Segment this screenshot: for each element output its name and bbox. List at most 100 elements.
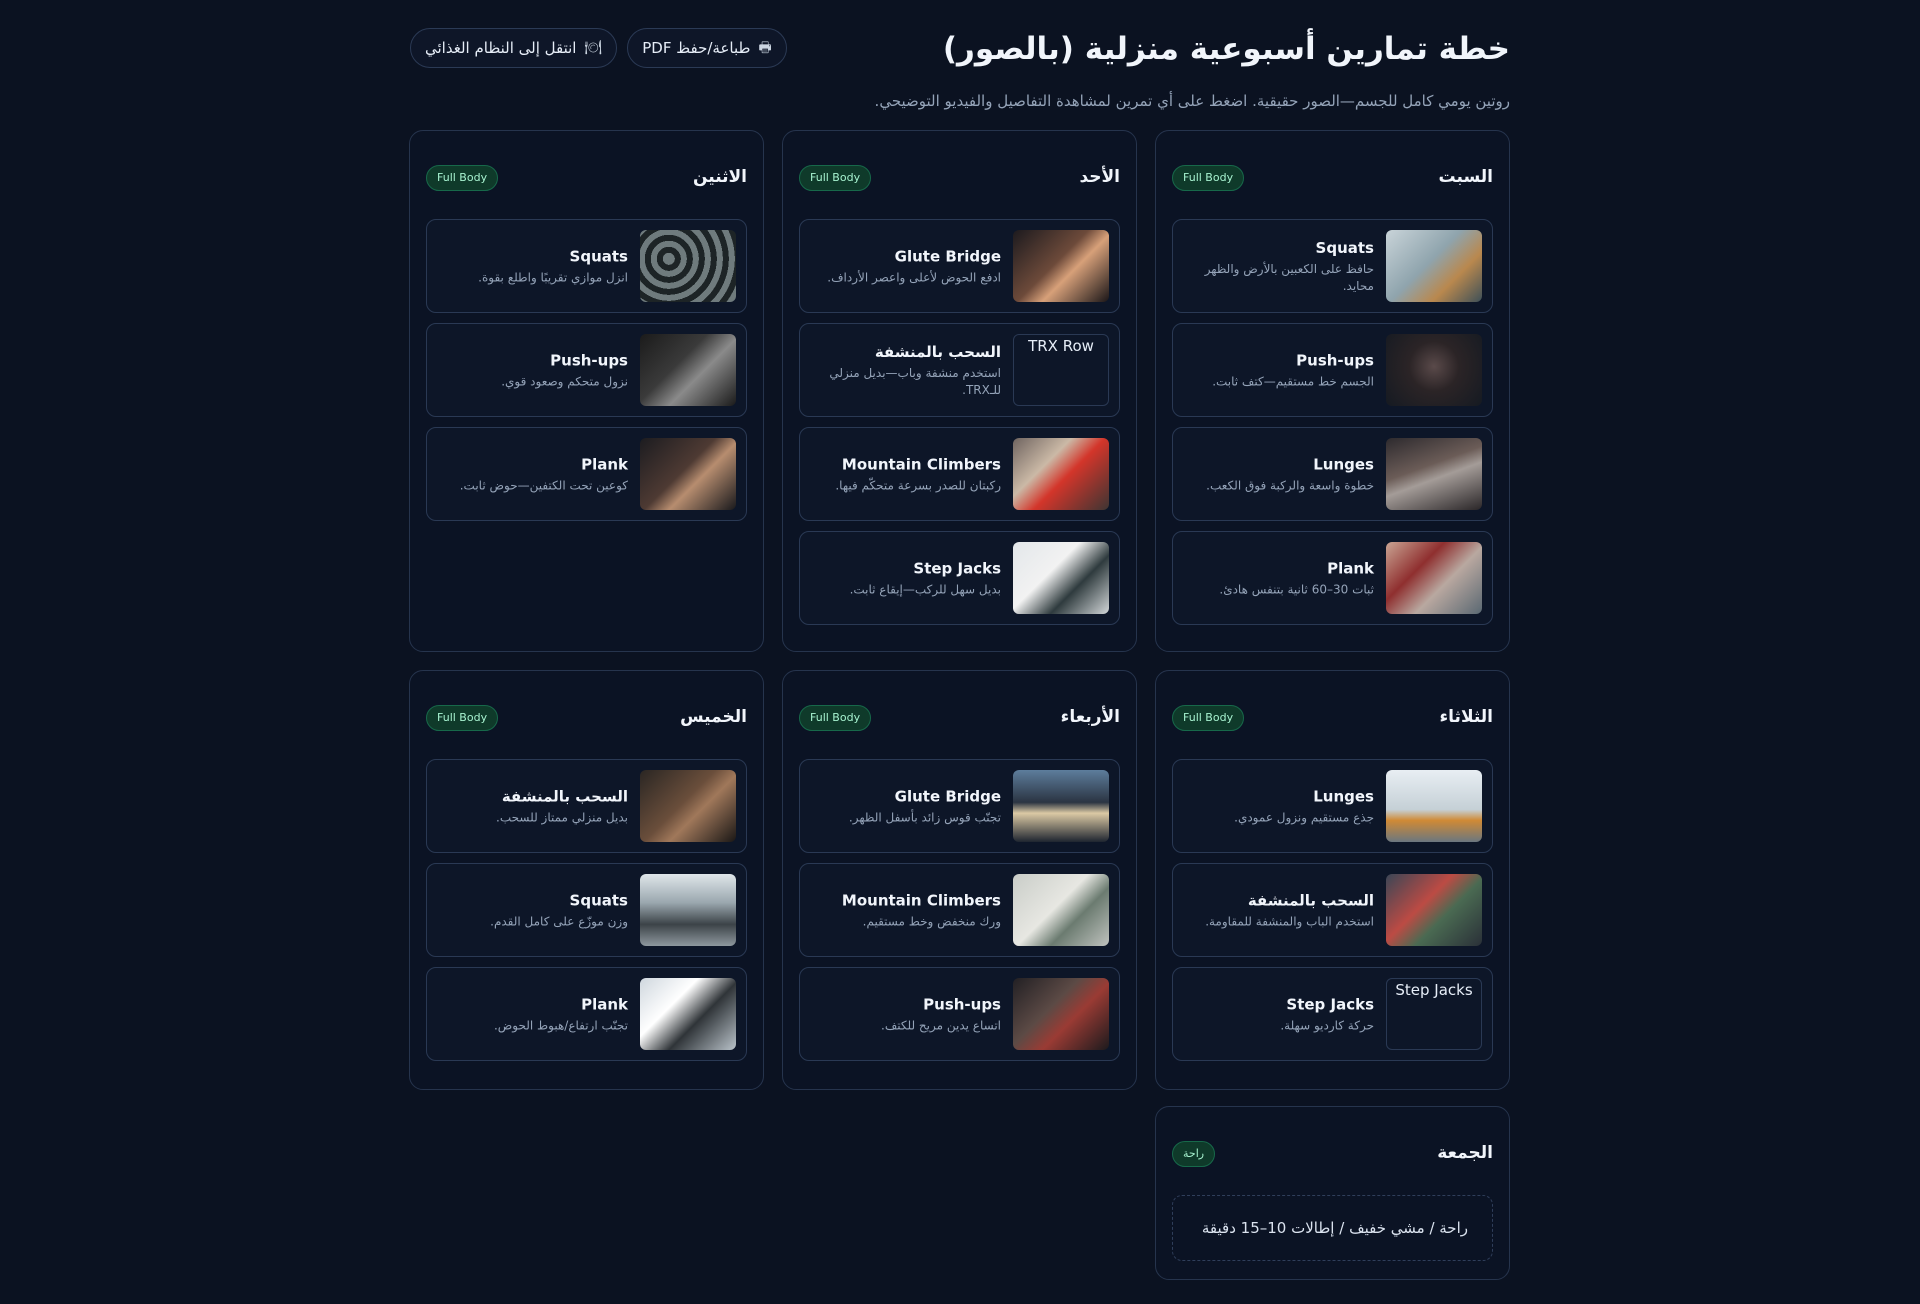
- exercise-card[interactable]: Push-ups نزول متحكم وصعود قوي.: [426, 323, 747, 417]
- day-title: السبت: [1438, 167, 1493, 187]
- exercise-card[interactable]: Step Jacks بديل سهل للركب—إيقاع ثابت.: [799, 531, 1120, 625]
- exercise-card[interactable]: Squats انزل موازي تقريبًا واطلع بقوة.: [426, 219, 747, 313]
- rest-text: راحة / مشي خفيف / إطالات 10–15 دقيقة: [1172, 1195, 1493, 1261]
- exercise-image: [640, 770, 736, 842]
- day-card-thursday: الخميس Full Body السحب بالمنشفة بديل منز…: [409, 670, 764, 1090]
- plate-icon: 🍽: [584, 40, 603, 56]
- exercise-text: Plank ثبات 30–60 ثانية بتنفس هادئ.: [1183, 558, 1374, 599]
- exercise-name: Lunges: [1313, 787, 1374, 806]
- page-subtitle: روتين يومي كامل للجسم—الصور حقيقية. اضغط…: [874, 92, 1510, 110]
- exercise-image: [1386, 230, 1482, 302]
- exercise-name: Squats: [569, 891, 628, 910]
- exercise-text: Step Jacks حركة كارديو سهلة.: [1183, 994, 1374, 1035]
- exercise-card[interactable]: السحب بالمنشفة استخدم الباب والمنشفة للم…: [1172, 863, 1493, 957]
- exercise-card[interactable]: Glute Bridge تجنّب قوس زائد بأسفل الظهر.: [799, 759, 1120, 853]
- exercise-card[interactable]: Step Jacks Step Jacks حركة كارديو سهلة.: [1172, 967, 1493, 1061]
- exercise-name: Plank: [1327, 559, 1374, 578]
- exercise-image: [1386, 770, 1482, 842]
- exercise-name: Push-ups: [1296, 351, 1374, 370]
- exercise-text: Mountain Climbers ورك منخفض وخط مستقيم.: [810, 890, 1001, 931]
- exercise-image: [1013, 770, 1109, 842]
- exercise-card[interactable]: Glute Bridge ادفع الحوض لأعلى واعصر الأر…: [799, 219, 1120, 313]
- exercise-card[interactable]: Plank كوعين تحت الكتفين—حوض ثابت.: [426, 427, 747, 521]
- exercise-desc: استخدم منشفة وباب—بديل منزلي للـTRX.: [829, 366, 1001, 397]
- day-title: الخميس: [680, 707, 747, 727]
- exercise-desc: استخدم الباب والمنشفة للمقاومة.: [1205, 914, 1374, 929]
- exercise-image: [1013, 438, 1109, 510]
- exercise-text: السحب بالمنشفة بديل منزلي ممتاز للسحب.: [437, 786, 628, 827]
- page-header: خطة تمارين أسبوعية منزلية (بالصور) 🍽 انت…: [410, 26, 1510, 72]
- broken-image-icon: Step Jacks: [1386, 978, 1482, 1050]
- nutrition-button[interactable]: 🍽 انتقل إلى النظام الغذائي: [410, 28, 618, 68]
- exercise-desc: ورك منخفض وخط مستقيم.: [862, 914, 1001, 929]
- exercise-name: Plank: [581, 995, 628, 1014]
- exercise-card[interactable]: TRX Row السحب بالمنشفة استخدم منشفة وباب…: [799, 323, 1120, 417]
- exercise-desc: تجنّب قوس زائد بأسفل الظهر.: [848, 810, 1001, 825]
- exercise-image: [1386, 874, 1482, 946]
- exercise-card[interactable]: Plank ثبات 30–60 ثانية بتنفس هادئ.: [1172, 531, 1493, 625]
- exercise-desc: بديل سهل للركب—إيقاع ثابت.: [849, 582, 1001, 597]
- rest-badge: راحة: [1172, 1141, 1216, 1167]
- exercise-image: [1386, 334, 1482, 406]
- exercise-desc: تجنّب ارتفاع/هبوط الحوض.: [493, 1018, 628, 1033]
- exercise-card[interactable]: Lunges جذع مستقيم ونزول عمودي.: [1172, 759, 1493, 853]
- exercise-name: Push-ups: [923, 995, 1001, 1014]
- exercise-desc: كوعين تحت الكتفين—حوض ثابت.: [459, 478, 628, 493]
- exercise-card[interactable]: Squats وزن موزّع على كامل القدم.: [426, 863, 747, 957]
- day-title: الجمعة: [1437, 1143, 1493, 1163]
- exercise-name: Mountain Climbers: [841, 891, 1001, 910]
- exercise-text: Push-ups الجسم خط مستقيم—كتف ثابت.: [1183, 350, 1374, 391]
- exercise-card[interactable]: Push-ups اتساع يدين مريح للكتف.: [799, 967, 1120, 1061]
- exercise-card[interactable]: Squats حافظ على الكعبين بالأرض والظهر مح…: [1172, 219, 1493, 313]
- page-container: خطة تمارين أسبوعية منزلية (بالصور) 🍽 انت…: [409, 0, 1510, 1304]
- exercise-name: Squats: [1315, 239, 1374, 257]
- exercise-card[interactable]: Push-ups الجسم خط مستقيم—كتف ثابت.: [1172, 323, 1493, 417]
- day-badge: Full Body: [799, 705, 872, 731]
- exercise-desc: ركبتان للصدر بسرعة متحكّم فيها.: [835, 478, 1001, 493]
- exercise-text: Squats حافظ على الكعبين بالأرض والظهر مح…: [1183, 237, 1374, 295]
- day-card-wednesday: الأربعاء Full Body Glute Bridge تجنّب قو…: [782, 670, 1137, 1090]
- day-card-tuesday: الثلاثاء Full Body Lunges جذع مستقيم ونز…: [1155, 670, 1510, 1090]
- exercise-image: [1386, 438, 1482, 510]
- day-badge: Full Body: [1172, 165, 1245, 191]
- exercise-text: Plank تجنّب ارتفاع/هبوط الحوض.: [437, 994, 628, 1035]
- exercise-card[interactable]: Mountain Climbers ركبتان للصدر بسرعة متح…: [799, 427, 1120, 521]
- exercise-image: [1386, 542, 1482, 614]
- exercise-name: السحب بالمنشفة: [501, 787, 628, 806]
- exercise-name: السحب بالمنشفة: [1247, 891, 1374, 910]
- exercise-desc: جذع مستقيم ونزول عمودي.: [1234, 810, 1374, 825]
- exercise-text: السحب بالمنشفة استخدم الباب والمنشفة للم…: [1183, 890, 1374, 931]
- day-badge: Full Body: [1172, 705, 1245, 731]
- exercise-name: Step Jacks: [913, 559, 1001, 578]
- exercise-card[interactable]: Plank تجنّب ارتفاع/هبوط الحوض.: [426, 967, 747, 1061]
- exercise-desc: اتساع يدين مريح للكتف.: [881, 1018, 1001, 1033]
- printer-icon: 🖶: [758, 40, 772, 56]
- exercise-card[interactable]: السحب بالمنشفة بديل منزلي ممتاز للسحب.: [426, 759, 747, 853]
- exercise-desc: الجسم خط مستقيم—كتف ثابت.: [1212, 374, 1374, 389]
- exercise-card[interactable]: Mountain Climbers ورك منخفض وخط مستقيم.: [799, 863, 1120, 957]
- exercise-text: السحب بالمنشفة استخدم منشفة وباب—بديل من…: [810, 341, 1001, 399]
- day-badge: Full Body: [426, 165, 499, 191]
- day-card-friday: الجمعة راحة راحة / مشي خفيف / إطالات 10–…: [1155, 1106, 1510, 1280]
- exercise-image: [640, 230, 736, 302]
- day-title: الاثنين: [692, 167, 747, 187]
- exercise-desc: حركة كارديو سهلة.: [1280, 1018, 1374, 1033]
- exercise-card[interactable]: Lunges خطوة واسعة والركبة فوق الكعب.: [1172, 427, 1493, 521]
- exercise-image: [640, 978, 736, 1050]
- exercise-text: Plank كوعين تحت الكتفين—حوض ثابت.: [437, 454, 628, 495]
- exercise-name: Step Jacks: [1286, 995, 1374, 1014]
- exercise-text: Step Jacks بديل سهل للركب—إيقاع ثابت.: [810, 558, 1001, 599]
- print-button[interactable]: 🖶 طباعة/حفظ PDF: [627, 28, 787, 68]
- exercise-image: [640, 334, 736, 406]
- day-title: الأربعاء: [1060, 707, 1120, 727]
- exercise-desc: بديل منزلي ممتاز للسحب.: [496, 810, 628, 825]
- page-title: خطة تمارين أسبوعية منزلية (بالصور): [942, 31, 1510, 67]
- day-card-saturday: السبت Full Body Squats حافظ على الكعبين …: [1155, 130, 1510, 652]
- exercise-image: [1013, 230, 1109, 302]
- day-card-sunday: الأحد Full Body Glute Bridge ادفع الحوض …: [782, 130, 1137, 652]
- day-badge: Full Body: [426, 705, 499, 731]
- exercise-name: Push-ups: [550, 351, 628, 370]
- image-alt-text: TRX Row: [1028, 337, 1094, 355]
- exercise-text: Glute Bridge ادفع الحوض لأعلى واعصر الأر…: [810, 246, 1001, 287]
- exercise-image: [640, 438, 736, 510]
